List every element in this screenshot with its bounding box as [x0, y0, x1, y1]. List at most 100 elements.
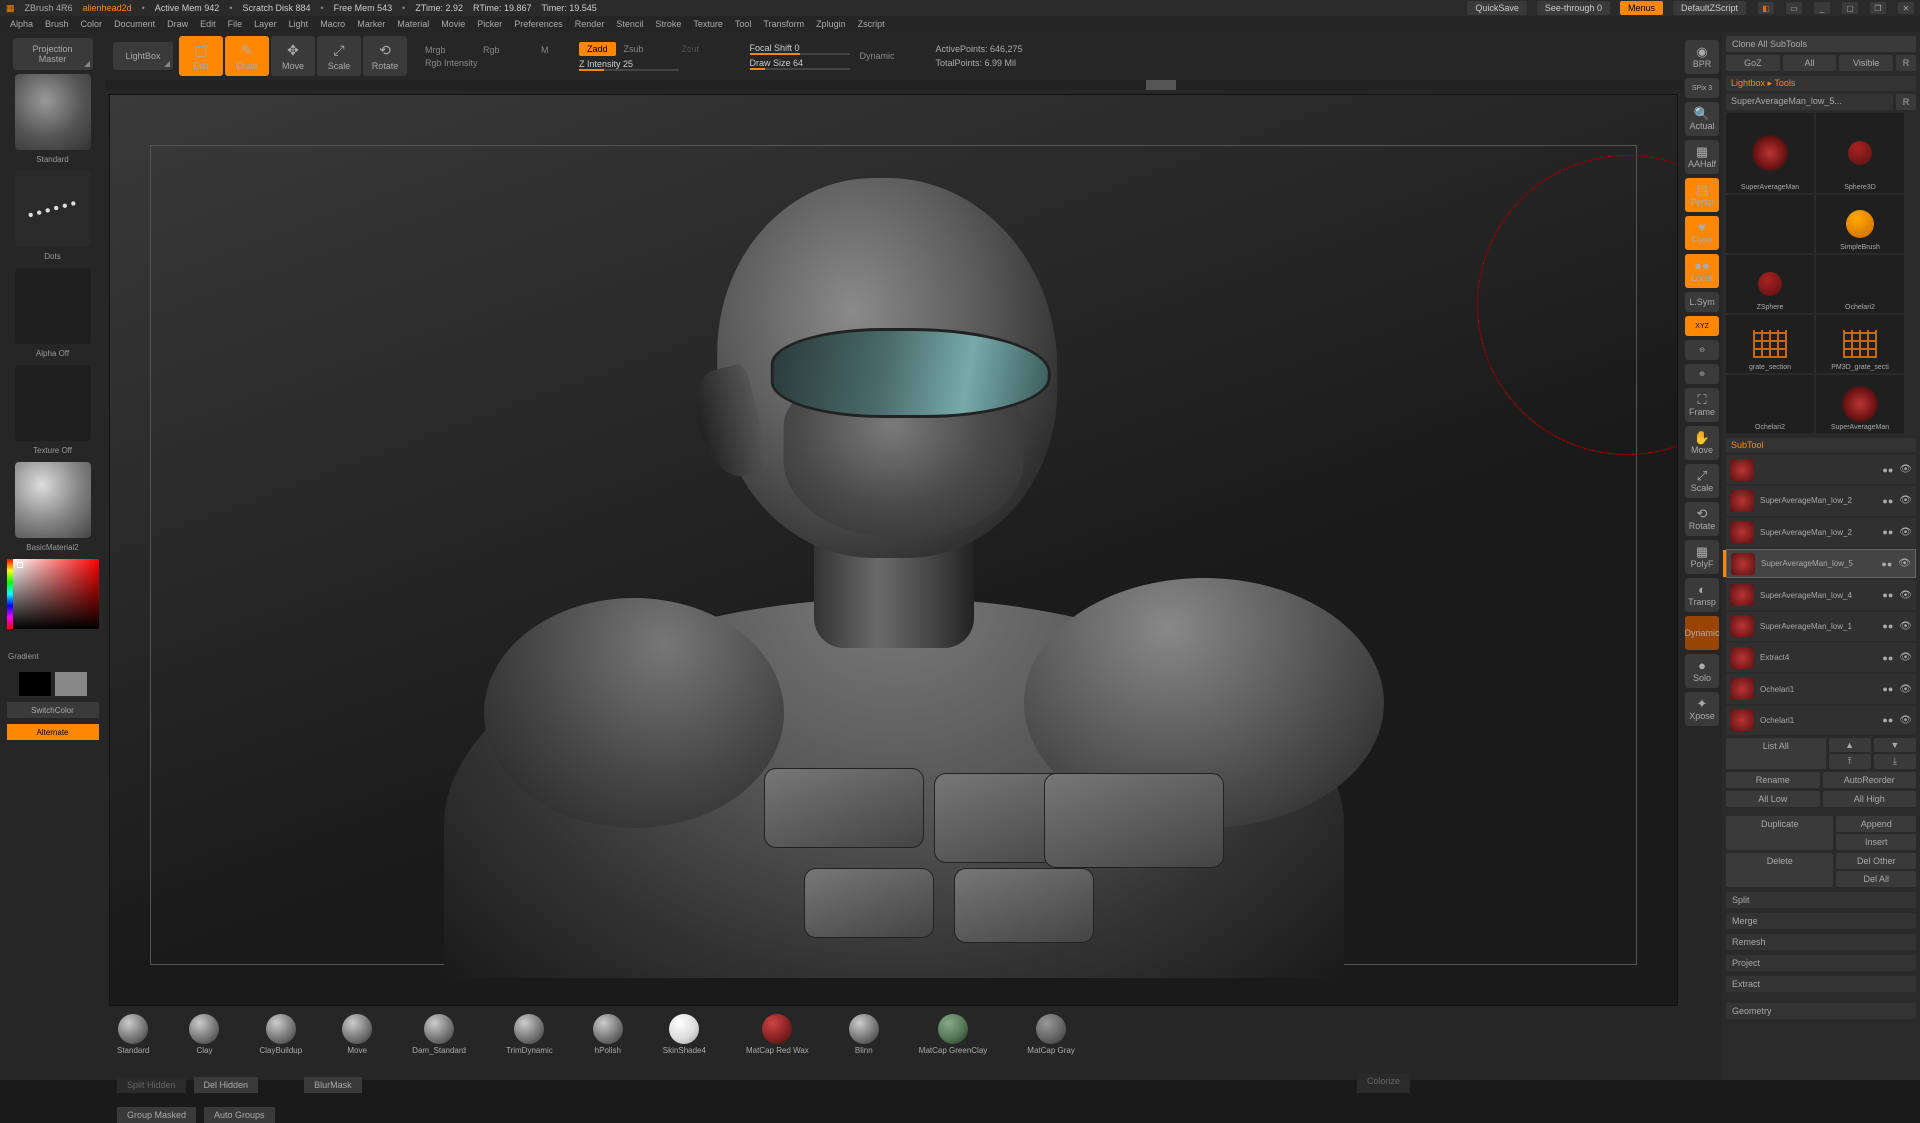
- append-button[interactable]: Append: [1836, 816, 1916, 832]
- del-other-button[interactable]: Del Other: [1836, 853, 1916, 869]
- menu-stencil[interactable]: Stencil: [616, 19, 643, 29]
- xpose-button[interactable]: ✦Xpose: [1685, 692, 1719, 726]
- menu-brush[interactable]: Brush: [45, 19, 69, 29]
- subtool-item[interactable]: ●●👁: [1726, 455, 1916, 484]
- menu-layer[interactable]: Layer: [254, 19, 277, 29]
- subtool-item[interactable]: SuperAverageMan_low_2●●👁: [1726, 518, 1916, 547]
- rgb-button[interactable]: Rgb: [483, 45, 533, 55]
- autoreorder-button[interactable]: AutoReorder: [1823, 772, 1917, 788]
- zsub-button[interactable]: Zsub: [624, 44, 674, 54]
- z-intensity-slider[interactable]: Z Intensity 25: [579, 59, 732, 69]
- menu-transform[interactable]: Transform: [763, 19, 804, 29]
- del-hidden-button[interactable]: Del Hidden: [194, 1077, 259, 1093]
- brush-standard[interactable]: Standard: [117, 1014, 149, 1055]
- current-tool-name[interactable]: SuperAverageMan_low_5...: [1726, 94, 1893, 110]
- stroke-thumbnail[interactable]: [15, 171, 91, 247]
- collapse-icon[interactable]: ▭: [1786, 2, 1802, 14]
- zcut-button[interactable]: Zcut: [682, 44, 732, 54]
- menu-marker[interactable]: Marker: [357, 19, 385, 29]
- persp-button[interactable]: ▤Persp: [1685, 178, 1719, 212]
- split-panel[interactable]: Split: [1726, 892, 1916, 908]
- quicksave-button[interactable]: QuickSave: [1467, 1, 1527, 15]
- all-low-button[interactable]: All Low: [1726, 791, 1820, 807]
- insert-button[interactable]: Insert: [1836, 834, 1916, 850]
- menu-movie[interactable]: Movie: [441, 19, 465, 29]
- remesh-panel[interactable]: Remesh: [1726, 934, 1916, 950]
- zoom-out-icon[interactable]: ⊖: [1685, 340, 1719, 360]
- scale-button[interactable]: ⤢Scale: [1685, 464, 1719, 498]
- dock-left-icon[interactable]: ◧: [1758, 2, 1774, 14]
- duplicate-button[interactable]: Duplicate: [1726, 816, 1833, 850]
- menu-render[interactable]: Render: [575, 19, 605, 29]
- switch-color-button[interactable]: SwitchColor: [7, 702, 99, 718]
- tool-SimpleBrush[interactable]: SimpleBrush: [1816, 195, 1904, 253]
- tool-Sphere3D[interactable]: Sphere3D: [1816, 113, 1904, 193]
- brush-skinshade4[interactable]: SkinShade4: [663, 1014, 706, 1055]
- texture-thumbnail[interactable]: [15, 365, 91, 441]
- zadd-button[interactable]: Zadd: [579, 42, 616, 56]
- colorize-button[interactable]: Colorize: [1357, 1073, 1410, 1093]
- brush-hpolish[interactable]: hPolish: [593, 1014, 623, 1055]
- dynamic-toggle[interactable]: Dynamic: [860, 51, 910, 61]
- subtool-item[interactable]: SuperAverageMan_low_5●●👁: [1726, 549, 1916, 578]
- draw-mode-button[interactable]: ✎Draw: [225, 36, 269, 76]
- split-hidden-button[interactable]: Split Hidden: [117, 1077, 186, 1093]
- subtool-item[interactable]: Ochelari1●●👁: [1726, 674, 1916, 703]
- brush-dam_standard[interactable]: Dam_Standard: [412, 1014, 466, 1055]
- zoom-in-icon[interactable]: ⊕: [1685, 364, 1719, 384]
- menu-light[interactable]: Light: [289, 19, 309, 29]
- frame-button[interactable]: ⛶Frame: [1685, 388, 1719, 422]
- menus-button[interactable]: Menus: [1620, 1, 1663, 15]
- tool-r-button[interactable]: R: [1896, 94, 1916, 110]
- xyz-button[interactable]: XYZ: [1685, 316, 1719, 336]
- aahalf-button[interactable]: ▦AAHalf: [1685, 140, 1719, 174]
- solo-button[interactable]: ●Solo: [1685, 654, 1719, 688]
- gradient-label[interactable]: Gradient: [8, 652, 39, 661]
- subtool-item[interactable]: Extract4●●👁: [1726, 643, 1916, 672]
- menu-edit[interactable]: Edit: [200, 19, 216, 29]
- menu-draw[interactable]: Draw: [167, 19, 188, 29]
- scale-mode-button[interactable]: ⤢Scale: [317, 36, 361, 76]
- maximize-icon[interactable]: ▢: [1842, 2, 1858, 14]
- tool-ZSphere[interactable]: ZSphere: [1726, 255, 1814, 313]
- dynamic-solo-button[interactable]: Dynamic: [1685, 616, 1719, 650]
- minimize-icon[interactable]: _: [1814, 2, 1830, 14]
- lsym-button[interactable]: L.Sym: [1685, 292, 1719, 312]
- move-up-icon[interactable]: ▲: [1829, 738, 1871, 752]
- tool-Ochelari2[interactable]: Ochelari2: [1726, 375, 1814, 433]
- subtool-item[interactable]: SuperAverageMan_low_4●●👁: [1726, 580, 1916, 609]
- move-bottom-icon[interactable]: ⤓: [1874, 754, 1916, 769]
- menu-texture[interactable]: Texture: [693, 19, 723, 29]
- move-down-icon[interactable]: ▼: [1874, 738, 1916, 752]
- geometry-panel[interactable]: Geometry: [1726, 1003, 1916, 1019]
- blurmask-button[interactable]: BlurMask: [304, 1077, 362, 1093]
- bpr-button[interactable]: ◉BPR: [1685, 40, 1719, 74]
- timeline-bar[interactable]: [105, 80, 1682, 90]
- menu-zplugin[interactable]: Zplugin: [816, 19, 846, 29]
- brush-matcap-greenclay[interactable]: MatCap GreenClay: [919, 1014, 987, 1055]
- rotate-button[interactable]: ⟲Rotate: [1685, 502, 1719, 536]
- subtool-header[interactable]: SubTool: [1726, 438, 1916, 452]
- subtool-item[interactable]: SuperAverageMan_low_1●●👁: [1726, 612, 1916, 641]
- tool-slot[interactable]: [1726, 195, 1814, 253]
- menu-stroke[interactable]: Stroke: [655, 19, 681, 29]
- alternate-button[interactable]: Alternate: [7, 724, 99, 740]
- color-swatches[interactable]: [19, 672, 87, 696]
- lightbox-tools-header[interactable]: Lightbox ▸ Tools: [1726, 76, 1916, 91]
- brush-matcap-gray[interactable]: MatCap Gray: [1027, 1014, 1075, 1055]
- actual-button[interactable]: 🔍Actual: [1685, 102, 1719, 136]
- menu-material[interactable]: Material: [397, 19, 429, 29]
- menu-file[interactable]: File: [228, 19, 243, 29]
- color-picker[interactable]: [7, 559, 99, 647]
- extract-panel[interactable]: Extract: [1726, 976, 1916, 992]
- tool-grate_section[interactable]: grate_section: [1726, 315, 1814, 373]
- transp-button[interactable]: ◐Transp: [1685, 578, 1719, 612]
- delete-button[interactable]: Delete: [1726, 853, 1833, 887]
- draw-size-slider[interactable]: Draw Size 64: [750, 58, 850, 68]
- brush-blinn[interactable]: Blinn: [849, 1014, 879, 1055]
- rename-button[interactable]: Rename: [1726, 772, 1820, 788]
- projection-master-button[interactable]: Projection Master: [13, 38, 93, 70]
- brush-claybuildup[interactable]: ClayBuildup: [259, 1014, 302, 1055]
- goz-visible-button[interactable]: Visible: [1839, 55, 1893, 71]
- goz-button[interactable]: GoZ: [1726, 55, 1780, 71]
